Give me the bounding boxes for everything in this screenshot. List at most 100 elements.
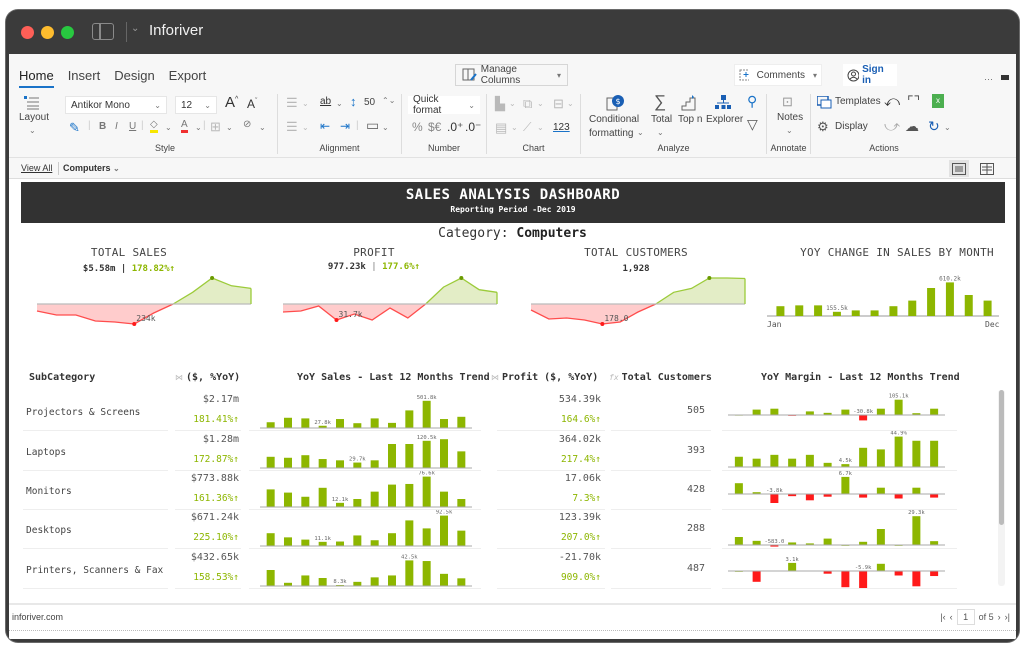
- manage-columns-button[interactable]: Manage Columns ▾: [455, 64, 568, 86]
- data-labels-icon[interactable]: 123: [553, 122, 570, 133]
- column-header-sales-trend[interactable]: YoY Sales - Last 12 Months Trend: [297, 372, 490, 383]
- refresh-icon[interactable]: ↻: [928, 118, 940, 135]
- tab-insert[interactable]: Insert: [68, 68, 101, 88]
- horizontal-align-icon[interactable]: ☰: [286, 95, 298, 111]
- list-view-icon[interactable]: [949, 160, 969, 177]
- column-header-margin-trend[interactable]: YoY Margin - Last 12 Months Trend: [761, 372, 960, 383]
- font-family-select[interactable]: Antikor Mono ⌄: [65, 96, 167, 114]
- crop-icon[interactable]: ⌜⌝: [907, 93, 920, 110]
- column-header-sales[interactable]: ⋈ ($, %YoY): [175, 372, 240, 383]
- stepper-icon[interactable]: ⌃⌄: [382, 96, 395, 105]
- tab-design[interactable]: Design: [114, 68, 154, 88]
- notes-icon[interactable]: ⊡: [782, 94, 793, 110]
- sidebar-toggle-icon[interactable]: [92, 23, 114, 40]
- search-icon[interactable]: ⚲: [747, 93, 757, 110]
- previous-page-icon[interactable]: ‹: [950, 612, 953, 622]
- undo-icon[interactable]: ⤺: [884, 93, 900, 110]
- bold-icon[interactable]: B: [99, 121, 106, 132]
- chevron-down-icon[interactable]: ⌄: [637, 128, 644, 137]
- decrease-indent-icon[interactable]: ⇤: [320, 119, 330, 133]
- cloud-upload-icon[interactable]: ☁: [905, 118, 919, 135]
- top-n-button[interactable]: Top n: [678, 114, 702, 125]
- font-size-select[interactable]: 12 ⌄: [175, 96, 217, 114]
- chevron-down-icon[interactable]: ⌄: [511, 123, 518, 132]
- gear-icon[interactable]: ⚙: [817, 119, 829, 135]
- format-painter-icon[interactable]: ✎: [69, 120, 80, 136]
- category-filter-dropdown[interactable]: Computers ⌄: [63, 163, 120, 173]
- last-page-icon[interactable]: ›|: [1005, 612, 1010, 622]
- redo-icon[interactable]: ⤻: [884, 118, 900, 135]
- top-n-icon[interactable]: [681, 95, 697, 111]
- wrap-text-icon[interactable]: ab: [320, 96, 331, 107]
- column-header-profit[interactable]: ⋈ Profit ($, %YoY): [491, 372, 598, 383]
- templates-button[interactable]: Templates: [835, 96, 881, 107]
- conditional-formatting-label-1[interactable]: Conditional: [589, 114, 639, 125]
- chevron-down-icon[interactable]: ⌄: [302, 123, 309, 132]
- line-chart-icon[interactable]: ⟋: [523, 120, 531, 135]
- conditional-formatting-label-2[interactable]: formatting: [589, 128, 633, 139]
- comments-button[interactable]: Comments ▾: [734, 64, 822, 86]
- conditional-formatting-icon[interactable]: $: [605, 94, 625, 112]
- chevron-down-icon[interactable]: ⌄: [131, 23, 139, 34]
- fill-color-icon[interactable]: ◇: [150, 119, 158, 133]
- total-button[interactable]: Total: [651, 114, 672, 125]
- increase-font-icon[interactable]: A^: [225, 94, 238, 111]
- chevron-down-icon[interactable]: ⌄: [786, 126, 793, 135]
- chevron-down-icon[interactable]: ⌄: [29, 126, 36, 135]
- first-page-icon[interactable]: |‹: [940, 612, 945, 622]
- sum-icon[interactable]: ∑: [654, 92, 666, 112]
- chevron-down-icon[interactable]: ⌄: [226, 123, 233, 132]
- chevron-down-icon[interactable]: ⌄: [567, 99, 574, 108]
- close-window-button[interactable]: [21, 26, 34, 39]
- pin-icon[interactable]: [1001, 75, 1009, 80]
- decrease-font-icon[interactable]: Aˇ: [247, 97, 257, 111]
- column-header-customers[interactable]: fx Total Customers: [609, 372, 712, 383]
- italic-icon[interactable]: I: [115, 121, 118, 132]
- underline-icon[interactable]: U: [129, 121, 136, 132]
- row-height-value[interactable]: 50: [364, 97, 375, 108]
- excel-export-icon[interactable]: x: [932, 94, 944, 108]
- tab-home[interactable]: Home: [19, 68, 54, 88]
- increase-decimal-icon[interactable]: .0⁺: [447, 120, 463, 134]
- notes-button[interactable]: Notes: [777, 112, 803, 123]
- waterfall-chart-icon[interactable]: ⧉: [523, 96, 532, 112]
- explorer-button[interactable]: Explorer: [706, 114, 743, 125]
- maximize-window-button[interactable]: [61, 26, 74, 39]
- chevron-down-icon[interactable]: ⌄: [944, 123, 951, 132]
- row-height-icon[interactable]: ↕: [350, 94, 357, 109]
- table-chart-icon[interactable]: ⊟: [553, 96, 564, 112]
- chevron-down-icon[interactable]: ⌄: [302, 99, 309, 108]
- decrease-decimal-icon[interactable]: .0⁻: [465, 120, 481, 134]
- explorer-icon[interactable]: [715, 95, 731, 111]
- filter-icon[interactable]: ▽: [747, 116, 758, 133]
- chevron-down-icon[interactable]: ⌄: [382, 123, 389, 132]
- chevron-down-icon[interactable]: ⌄: [259, 123, 266, 132]
- column-header-subcategory[interactable]: SubCategory: [29, 372, 95, 383]
- inforiver-link[interactable]: inforiver.com: [12, 612, 63, 622]
- chevron-down-icon[interactable]: ⌄: [537, 99, 544, 108]
- sign-in-button[interactable]: Sign in: [843, 64, 897, 86]
- percent-format-icon[interactable]: %: [412, 120, 423, 134]
- view-all-link[interactable]: View All: [21, 163, 52, 173]
- vertical-align-icon[interactable]: ☰: [286, 119, 298, 135]
- column-chart-icon[interactable]: ▤: [495, 120, 507, 136]
- tab-export[interactable]: Export: [169, 68, 207, 88]
- font-color-icon[interactable]: A: [181, 119, 188, 133]
- bar-chart-icon[interactable]: ▙: [495, 96, 505, 112]
- chevron-down-icon[interactable]: ⌄: [165, 123, 172, 132]
- page-number-input[interactable]: 1: [956, 609, 975, 625]
- vertical-scrollbar[interactable]: [999, 390, 1004, 525]
- borders-icon[interactable]: ⊞: [210, 119, 221, 135]
- chevron-down-icon[interactable]: ⌄: [537, 123, 544, 132]
- grid-view-icon[interactable]: [977, 160, 997, 177]
- next-page-icon[interactable]: ›: [998, 612, 1001, 622]
- layout-icon[interactable]: [24, 96, 40, 110]
- chevron-down-icon[interactable]: ⌄: [509, 99, 516, 108]
- chevron-down-icon[interactable]: ⌄: [657, 128, 664, 137]
- layout-button[interactable]: Layout: [19, 112, 49, 123]
- quick-format-select[interactable]: Quick format ⌄: [408, 94, 480, 116]
- display-button[interactable]: Display: [835, 121, 868, 132]
- templates-icon[interactable]: [817, 96, 832, 109]
- currency-format-icon[interactable]: $€: [428, 120, 441, 134]
- minimize-window-button[interactable]: [41, 26, 54, 39]
